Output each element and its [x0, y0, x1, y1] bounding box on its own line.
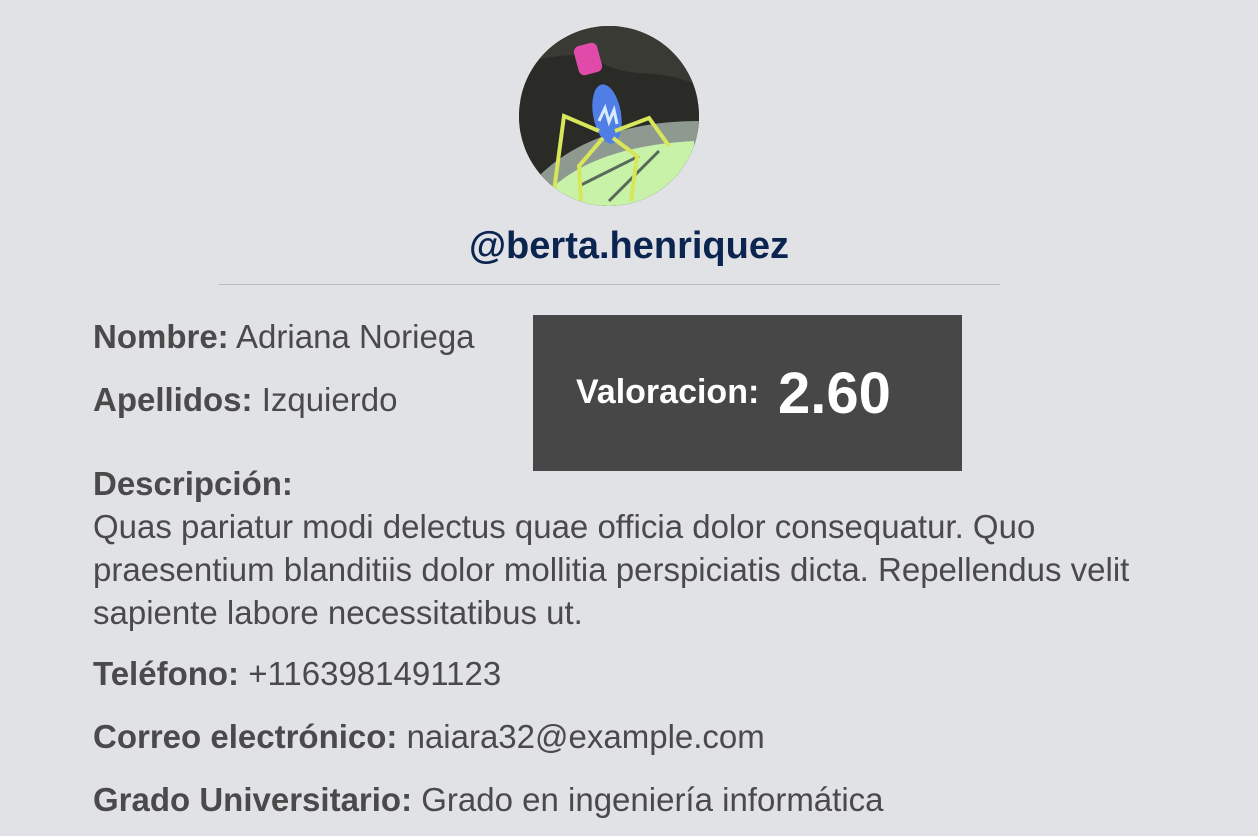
grado-label: Grado Universitario: [93, 781, 413, 818]
field-grado: Grado Universitario: Grado en ingeniería… [93, 779, 884, 821]
field-nombre: Nombre: Adriana Noriega [93, 316, 475, 358]
grado-value: Grado en ingeniería informática [421, 781, 884, 818]
rating-label: Valoracion: [576, 373, 760, 411]
descripcion-value: Quas pariatur modi delectus quae officia… [93, 508, 1130, 631]
correo-value: naiara32@example.com [406, 718, 765, 755]
field-correo: Correo electrónico: naiara32@example.com [93, 716, 765, 758]
avatar-image-icon [519, 26, 699, 206]
apellidos-value: Izquierdo [261, 381, 398, 418]
telefono-value: +1163981491123 [248, 655, 502, 692]
nombre-value: Adriana Noriega [236, 318, 475, 355]
field-telefono: Teléfono: +1163981491123 [93, 653, 501, 695]
rating-value: 2.60 [778, 361, 891, 426]
apellidos-label: Apellidos: [93, 381, 253, 418]
descripcion-label: Descripción: [93, 465, 293, 502]
username: @berta.henriquez [469, 225, 789, 267]
correo-label: Correo electrónico: [93, 718, 398, 755]
avatar [519, 26, 699, 206]
nombre-label: Nombre: [93, 318, 229, 355]
field-apellidos: Apellidos: Izquierdo [93, 379, 397, 421]
telefono-label: Teléfono: [93, 655, 240, 692]
divider [219, 284, 1000, 285]
rating-box: Valoracion: 2.60 [533, 315, 962, 471]
